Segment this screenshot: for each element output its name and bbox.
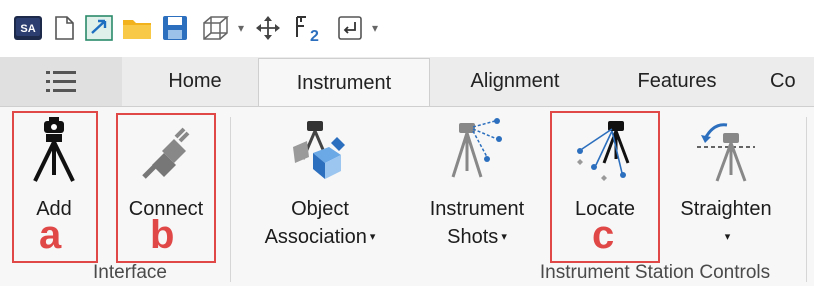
object-association-icon — [293, 121, 345, 179]
wireframe-box-icon[interactable] — [198, 10, 232, 46]
instrument-shots-icon — [451, 118, 502, 178]
chevron-down-icon: ▾ — [724, 231, 731, 243]
annotation-letter-b: b — [150, 213, 175, 257]
group-separator — [230, 117, 231, 282]
object-association-label: Object Association ▾ — [244, 195, 396, 254]
chevron-down-icon[interactable]: ▾ — [234, 10, 248, 46]
transform-icon[interactable] — [82, 10, 116, 46]
new-document-icon[interactable] — [50, 10, 78, 46]
f2-icon[interactable]: 2 — [290, 10, 328, 46]
svg-text:SA: SA — [20, 23, 35, 35]
tab-instrument[interactable]: Instrument — [258, 58, 430, 108]
enter-icon[interactable] — [334, 10, 366, 46]
move-icon[interactable] — [252, 10, 284, 46]
tab-features[interactable]: Features — [612, 57, 742, 106]
instrument-shots-button[interactable]: Instrument Shots ▾ — [412, 107, 542, 257]
customize-icon[interactable]: ▾ — [368, 10, 382, 46]
sa-logo-icon[interactable]: SA — [12, 10, 44, 46]
straighten-icon — [697, 123, 755, 182]
group-separator — [806, 117, 807, 282]
group-label-instrument-station-controls: Instrument Station Controls — [539, 262, 771, 283]
svg-text:2: 2 — [310, 28, 319, 43]
straighten-label: Straighten ▾ — [666, 195, 786, 254]
object-association-button[interactable]: Object Association ▾ — [244, 107, 396, 257]
straighten-button[interactable]: Straighten ▾ — [666, 107, 786, 257]
instrument-ribbon-panel: Add Connect Object Association ▾ Instrum… — [0, 106, 814, 286]
app-menu-button[interactable] — [0, 57, 122, 106]
tab-cut-off[interactable]: Co — [770, 57, 814, 106]
straighten-line1: Straighten — [680, 198, 772, 220]
instrument-shots-label: Instrument Shots ▾ — [412, 195, 542, 254]
quick-access-toolbar: SA ▾ 2 ▾ — [0, 0, 814, 56]
annotation-letter-a: a — [39, 213, 62, 257]
object-association-line1: Object — [291, 198, 349, 220]
object-association-line2: Association — [264, 226, 367, 248]
annotation-letter-c: c — [592, 213, 615, 257]
instrument-shots-line1: Instrument — [429, 198, 525, 220]
chevron-down-icon: ▾ — [501, 231, 507, 243]
open-folder-icon[interactable] — [120, 10, 154, 46]
chevron-down-icon: ▾ — [369, 231, 376, 243]
group-label-interface: Interface — [93, 262, 167, 283]
hamburger-list-icon — [46, 70, 76, 92]
save-icon[interactable] — [158, 10, 192, 46]
tab-home[interactable]: Home — [140, 57, 250, 106]
tab-alignment[interactable]: Alignment — [440, 57, 590, 106]
ribbon-tab-bar: Home Instrument Alignment Features Co — [0, 57, 814, 108]
instrument-shots-line2: Shots — [447, 226, 499, 248]
